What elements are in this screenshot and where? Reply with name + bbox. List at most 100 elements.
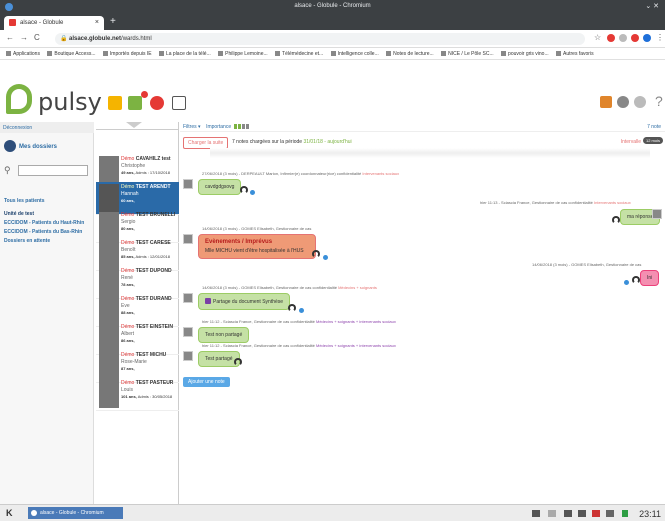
interval-label: Intervalle (620, 139, 641, 145)
url-host: alsace.globule.net (69, 36, 122, 42)
bookmark-item[interactable]: Intelligence colle... (330, 51, 379, 57)
bookmark-item[interactable]: Philippe Lemoine... (218, 51, 268, 57)
back-icon[interactable]: ← (6, 33, 14, 42)
forward-icon[interactable]: → (20, 33, 28, 42)
avatar (652, 209, 662, 219)
bookmark-item[interactable]: Applications (6, 51, 40, 57)
extension-icon[interactable] (643, 34, 651, 42)
logout-link[interactable]: Déconnexion (0, 122, 94, 133)
network-icon[interactable] (592, 510, 600, 517)
extension-icon[interactable] (631, 34, 639, 42)
sidebar-item-bas-rhin[interactable]: ECCIDOM - Patients du Bas-Rhin (4, 229, 82, 235)
collapse-icon[interactable] (126, 122, 142, 128)
avatar (183, 179, 193, 189)
agenda-icon[interactable] (150, 96, 164, 110)
avatar (183, 293, 193, 303)
pin-icon[interactable] (288, 304, 296, 312)
bookmark-item[interactable]: Importés depuis IE (102, 51, 152, 57)
briefcase-icon[interactable] (600, 96, 612, 108)
note-meta: hier 11:12 - Sciascia France, Gestionnai… (202, 319, 396, 324)
avatar (183, 327, 193, 337)
sidebar-item-haut-rhin[interactable]: ECCIDOM - Patients du Haut-Rhin (4, 220, 84, 226)
interval-select[interactable]: 12 mois (642, 137, 663, 144)
event-title: Evènements / Imprévus (205, 239, 273, 245)
tray-icon[interactable] (548, 510, 556, 517)
avatar (183, 351, 193, 361)
avatar (99, 380, 119, 408)
pin-icon[interactable] (612, 216, 620, 224)
avatar (99, 212, 119, 240)
browser-tab[interactable]: alsace - Globule × (4, 16, 104, 30)
notification-badge-icon (141, 91, 148, 98)
start-menu-button[interactable]: K (6, 508, 13, 518)
user-icon[interactable] (617, 96, 629, 108)
menu-icon[interactable]: ⋮ (656, 33, 664, 42)
my-folders-link[interactable]: Mes dossiers (4, 140, 57, 152)
status-dot-icon (624, 280, 629, 285)
bookmark-item[interactable]: La place de la télé... (158, 51, 211, 57)
importance-filter[interactable]: Importance (206, 124, 249, 130)
settings-icon[interactable] (634, 96, 646, 108)
note-bubble[interactable]: Partage du document Synthèse (198, 293, 291, 310)
note-bubble[interactable]: Test partagé (198, 351, 240, 367)
close-tab-icon[interactable]: × (95, 19, 99, 26)
note-meta: hier 11:12 - Sciascia France, Gestionnai… (202, 343, 396, 348)
patient-list: Démo CAVAHILZ test Christophe 49 ans, Ad… (96, 122, 179, 504)
document-icon (205, 298, 211, 304)
window-titlebar: alsace - Globule - Chromium ⌄ ✕ (0, 0, 665, 14)
url-input[interactable]: 🔒 alsace.globule.net/wards.html (55, 33, 585, 45)
avatar (183, 234, 193, 244)
pulsy-logo-icon (6, 84, 32, 114)
extension-icon[interactable] (607, 34, 615, 42)
pin-icon[interactable] (234, 358, 242, 366)
bookmark-item[interactable]: Autres favoris (556, 51, 594, 57)
event-note-bubble[interactable]: Evènements / Imprévus Mlle MICHU vient d… (198, 234, 316, 259)
add-note-button[interactable]: Ajouter une note (183, 377, 230, 387)
note-bubble[interactable]: Ini (640, 270, 660, 286)
bookmark-star-icon[interactable]: ☆ (594, 33, 601, 42)
tray-icon[interactable] (532, 510, 540, 517)
clock: 23:11 (639, 509, 661, 519)
pin-icon[interactable] (632, 276, 640, 284)
pin-icon[interactable] (240, 186, 248, 194)
bookmark-item[interactable]: pouvoir gris vino... (501, 51, 549, 57)
pin-icon[interactable] (312, 250, 320, 258)
extension-icon[interactable] (619, 34, 627, 42)
search-input[interactable] (18, 165, 88, 176)
taskbar-window-item[interactable]: alsace - Globule - Chromium (28, 507, 123, 519)
help-icon[interactable]: ? (655, 93, 663, 109)
sidebar-item-unite-test[interactable]: Unité de test (4, 211, 34, 217)
note-bubble[interactable]: cavdgdgsovg (198, 179, 242, 195)
search-icon: ⚲ (4, 165, 11, 175)
new-tab-button[interactable]: + (110, 16, 116, 27)
battery-icon (622, 510, 628, 517)
bookmark-item[interactable]: NICE / Le Pôle SC... (441, 51, 494, 57)
reload-icon[interactable]: C (34, 33, 40, 42)
display-icon[interactable] (606, 510, 614, 517)
avatar (99, 296, 119, 324)
folder-icon[interactable] (108, 96, 122, 110)
app-header: pulsy ? (0, 60, 665, 122)
calendar-icon[interactable] (172, 96, 186, 110)
volume-icon[interactable] (578, 510, 586, 517)
note-bubble[interactable]: Test non partagé (198, 327, 250, 343)
avatar (99, 268, 119, 296)
filter-bar: Filtres ▾ Importance 7 note (180, 122, 665, 132)
chromium-icon (31, 510, 37, 516)
note-meta: 14/06/2018 (3 mois) - GOMES Elisabeth, G… (202, 285, 377, 290)
bookmarks-bar: Applications Boutique Access... Importés… (0, 48, 665, 60)
bookmark-item[interactable]: Télémédecine et... (275, 51, 323, 57)
logo-text: pulsy (38, 88, 102, 116)
clipboard-icon[interactable] (564, 510, 572, 517)
bookmark-item[interactable]: Boutique Access... (47, 51, 96, 57)
window-controls[interactable]: ⌄ ✕ (645, 2, 659, 10)
taskbar: K alsace - Globule - Chromium 23:11 (0, 504, 665, 521)
notes-icon[interactable] (128, 96, 142, 110)
bookmark-item[interactable]: Notes de lecture... (386, 51, 434, 57)
filters-dropdown[interactable]: Filtres ▾ (183, 124, 201, 130)
url-path: /wards.html (121, 36, 152, 42)
patient-item[interactable]: Démo TEST PASTEUR Louis 101 ans, Admis :… (96, 378, 179, 411)
sidebar-item-pending[interactable]: Dossiers en attente (4, 238, 50, 244)
all-patients-title[interactable]: Tous les patients (4, 198, 44, 204)
note-meta: hier 11:13 - Sciascia France, Gestionnai… (480, 200, 631, 205)
